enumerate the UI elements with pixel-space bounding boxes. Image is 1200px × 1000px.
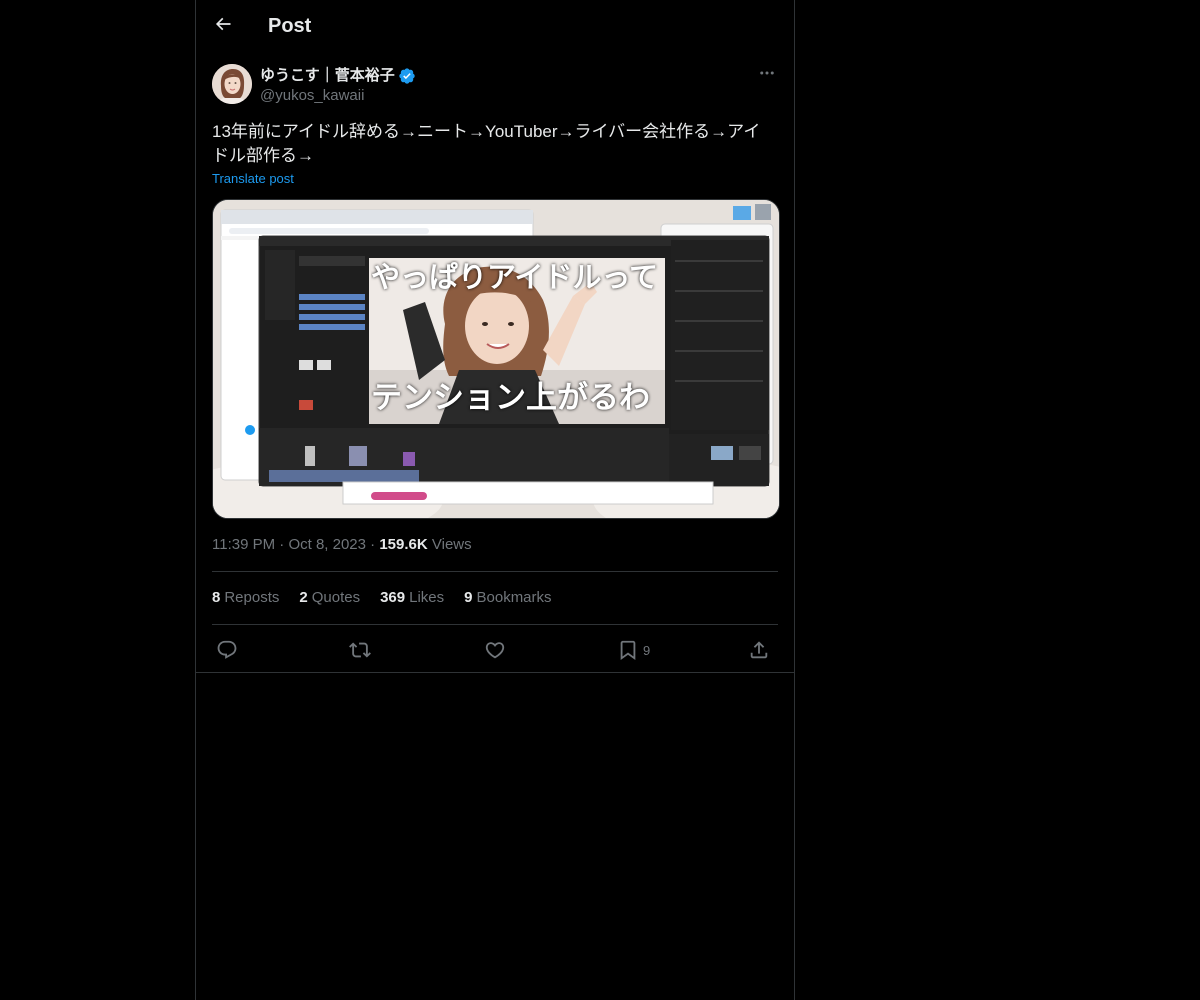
like-button[interactable] — [484, 636, 506, 664]
post-actions: 9 — [212, 636, 778, 664]
post-media-image[interactable]: やっぱりアイドルって テンション上がるわ — [212, 199, 780, 519]
more-dots-icon — [758, 64, 776, 87]
likes-count: 369 — [380, 589, 406, 606]
divider — [212, 624, 778, 625]
back-button[interactable] — [206, 9, 240, 43]
likes-label: Likes — [409, 589, 445, 606]
reply-icon — [216, 639, 238, 661]
more-options-button[interactable] — [756, 64, 778, 86]
bookmark-icon — [617, 639, 639, 661]
quotes-count: 2 — [299, 589, 308, 606]
media-overlay-text-top: やっぱりアイドルって — [371, 260, 659, 294]
views-label: Views — [431, 536, 472, 553]
quotes-label: Quotes — [311, 589, 361, 606]
post-date[interactable]: Oct 8, 2023 — [288, 536, 366, 553]
post-time[interactable]: 11:39 PM — [212, 536, 275, 553]
post-text: 13年前にアイドル辞める→ニート→YouTuber→ライバー会社作る→アイドル部… — [212, 122, 761, 165]
post-header: Post — [196, 0, 794, 53]
post-stats: 8 Reposts 2 Quotes 369 Likes 9 Bookmarks — [212, 588, 552, 608]
reposts-label: Reposts — [224, 589, 280, 606]
reply-button[interactable] — [216, 636, 238, 664]
quotes-stat[interactable]: 2 Quotes — [299, 588, 360, 608]
media-overlay-text-bottom: テンション上がるわ — [371, 380, 650, 416]
post-column: Post ゆうこす｜菅本裕子 @yukos_kawaii 13年前にアイドル辞め… — [195, 0, 795, 1000]
display-name-text: ゆうこす｜菅本裕子 — [260, 67, 395, 84]
post-author: ゆうこす｜菅本裕子 @yukos_kawaii — [212, 64, 778, 108]
share-button[interactable] — [748, 636, 770, 664]
page-title: Post — [268, 15, 312, 37]
repost-button[interactable] — [349, 636, 371, 664]
meta-separator: · — [370, 536, 380, 553]
heart-icon — [484, 639, 506, 661]
translate-post-link[interactable]: Translate post — [212, 170, 294, 188]
author-handle[interactable]: @yukos_kawaii — [260, 86, 364, 106]
repost-icon — [349, 639, 371, 661]
reposts-stat[interactable]: 8 Reposts — [212, 588, 279, 608]
bookmarks-label: Bookmarks — [476, 589, 552, 606]
likes-stat[interactable]: 369 Likes — [380, 588, 444, 608]
arrow-left-icon — [213, 14, 233, 39]
bookmarks-stat[interactable]: 9 Bookmarks — [464, 588, 551, 608]
share-icon — [748, 639, 770, 661]
divider — [212, 571, 778, 572]
avatar[interactable] — [212, 64, 252, 104]
author-display-name[interactable]: ゆうこす｜菅本裕子 — [260, 66, 416, 86]
reposts-count: 8 — [212, 589, 221, 606]
bookmarks-count: 9 — [464, 589, 473, 606]
bookmark-button[interactable]: 9 — [617, 636, 650, 664]
bookmark-count: 9 — [643, 642, 651, 658]
post-meta: 11:39 PM · Oct 8, 2023 · 159.6K Views — [212, 535, 472, 555]
divider — [196, 672, 794, 673]
views-count: 159.6K — [379, 536, 428, 553]
verified-badge-icon — [398, 67, 416, 85]
